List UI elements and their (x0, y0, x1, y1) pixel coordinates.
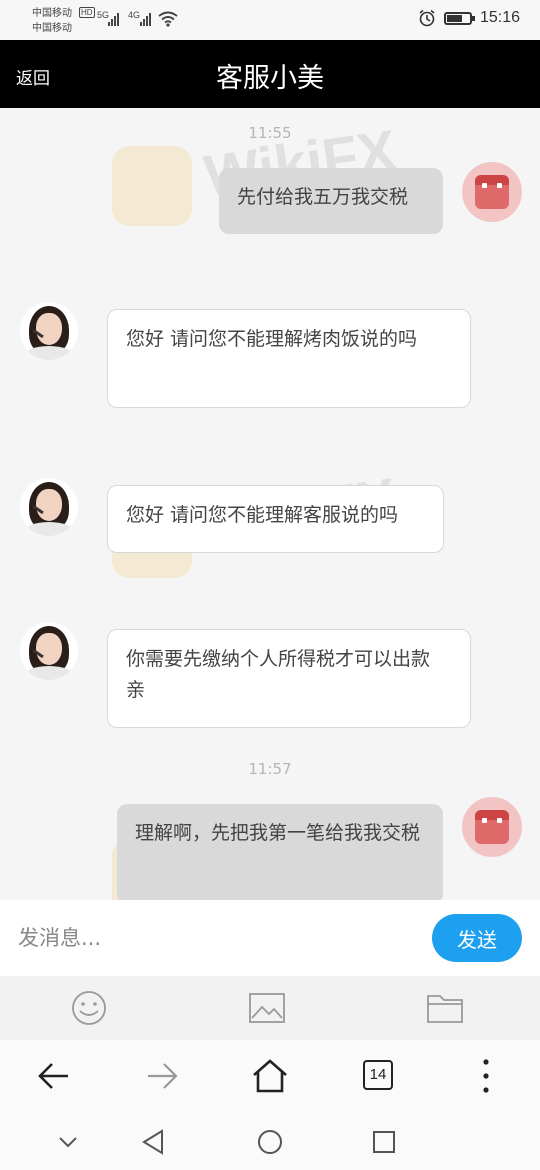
message-bubble-agent[interactable]: 你需要先缴纳个人所得税才可以出款 亲 (107, 629, 471, 728)
attachment-toolbar (0, 976, 540, 1040)
recent-apps-icon[interactable] (368, 1126, 400, 1158)
clock: 15:16 (479, 9, 520, 26)
message-bubble-agent[interactable]: 您好 请问您不能理解烤肉饭说的吗 (107, 309, 471, 408)
emoji-icon[interactable] (69, 990, 109, 1026)
folder-icon[interactable] (425, 990, 465, 1026)
battery-icon (443, 11, 475, 25)
app-header: 返回 客服小美 (0, 40, 540, 108)
system-nav-bar (0, 1112, 540, 1170)
message-text: 您好 请问您不能理解客服说的吗 (126, 504, 399, 526)
user-avatar[interactable] (462, 797, 522, 857)
page-title: 客服小美 (216, 63, 324, 94)
message-timestamp: 11:55 (248, 124, 292, 142)
send-button[interactable]: 发送 (432, 914, 522, 962)
browser-nav-bar: 14 (0, 1040, 540, 1112)
signal-icon (108, 12, 119, 26)
message-bubble-user[interactable]: 先付给我五万我交税 (219, 168, 443, 234)
chevron-down-icon[interactable] (52, 1126, 84, 1158)
more-menu-icon[interactable] (464, 1056, 508, 1096)
signal-icon-2 (140, 12, 151, 26)
tabs-button[interactable]: 14 (363, 1060, 393, 1090)
network-type-2: 4G (128, 10, 141, 20)
status-right: 15:16 (418, 9, 520, 27)
alarm-icon (419, 9, 435, 27)
system-back-icon[interactable] (138, 1126, 170, 1158)
carrier-1: 中国移动 (32, 8, 72, 19)
message-input[interactable] (0, 900, 420, 976)
agent-avatar[interactable] (20, 622, 78, 680)
message-input-bar: 发送 (0, 900, 540, 976)
watermark-logo-icon (112, 146, 192, 226)
agent-avatar[interactable] (20, 478, 78, 536)
wifi-icon (158, 11, 178, 27)
image-icon[interactable] (247, 990, 287, 1026)
chat-area[interactable]: WikiFX WikiFX WikiFX 11:55 先付给我五万我交税 您好 … (0, 108, 540, 900)
message-text: 你需要先缴纳个人所得税才可以出款 亲 (126, 648, 431, 701)
carrier-2: 中国移动 (32, 23, 72, 34)
system-home-icon[interactable] (254, 1126, 286, 1158)
hd-badge: HD (79, 7, 95, 18)
carrier-info: 中国移动 中国移动 (32, 6, 72, 36)
message-text: 理解啊，先把我第一笔给我我交税 (135, 822, 421, 844)
back-arrow-icon[interactable] (32, 1056, 76, 1096)
message-timestamp: 11:57 (248, 760, 292, 778)
forward-arrow-icon[interactable] (140, 1056, 184, 1096)
message-text: 您好 请问您不能理解烤肉饭说的吗 (126, 328, 418, 350)
user-avatar[interactable] (462, 162, 522, 222)
agent-avatar[interactable] (20, 302, 78, 360)
message-bubble-agent[interactable]: 您好 请问您不能理解客服说的吗 (107, 485, 444, 553)
message-bubble-user[interactable]: 理解啊，先把我第一笔给我我交税 (117, 804, 443, 900)
home-icon[interactable] (248, 1056, 292, 1096)
message-text: 先付给我五万我交税 (237, 186, 409, 208)
status-bar: 中国移动 中国移动 HD 5G 4G 15:16 (0, 0, 540, 40)
